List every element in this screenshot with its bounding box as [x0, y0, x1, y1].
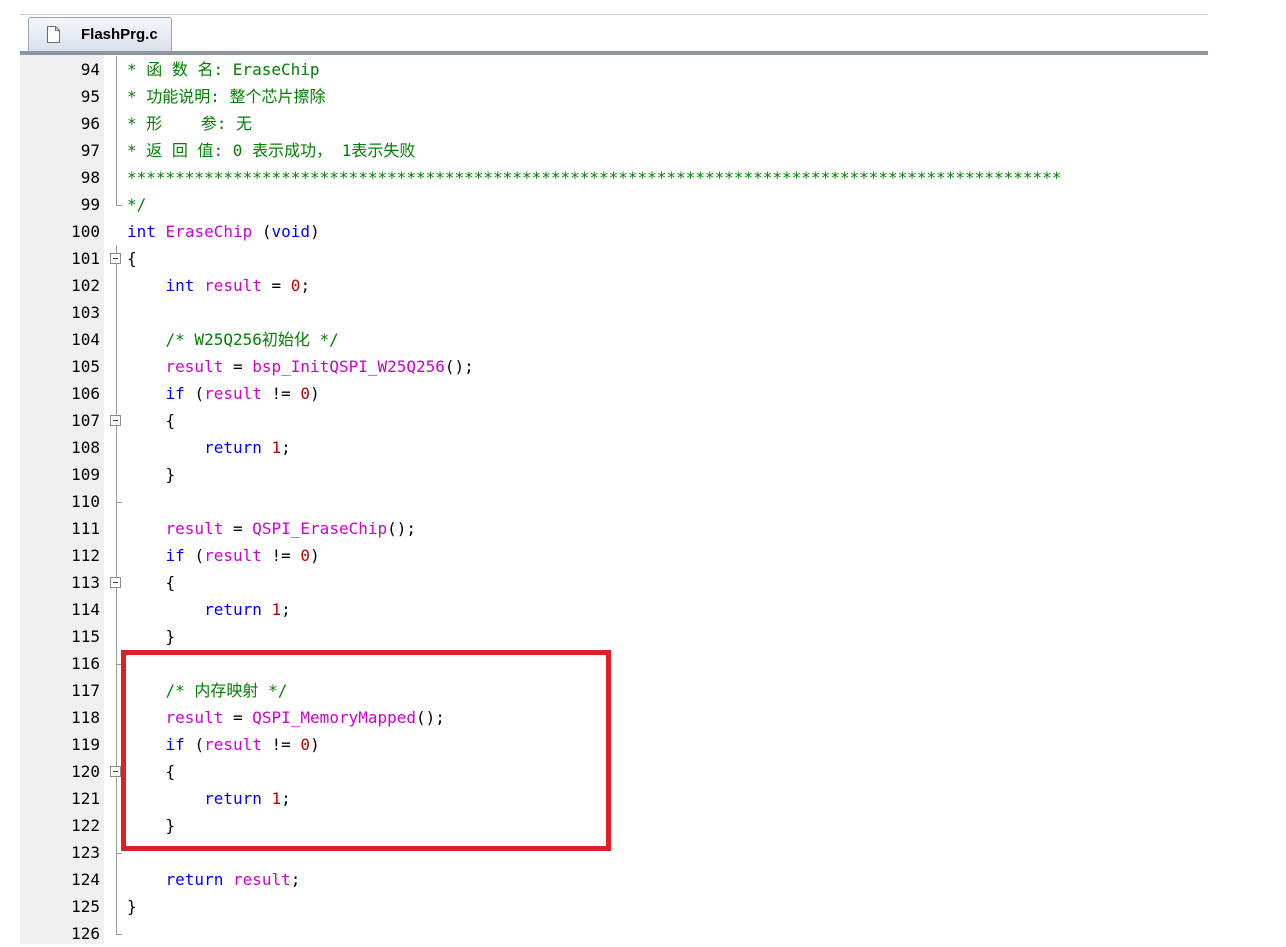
tab-bar — [20, 16, 1208, 52]
code-line[interactable]: * 功能说明: 整个芯片擦除 — [127, 83, 326, 110]
code-line[interactable]: } — [127, 623, 176, 650]
code-line[interactable]: return 1; — [127, 596, 291, 623]
line-number: 119 — [71, 735, 100, 754]
tab-underline — [20, 51, 1208, 55]
line-number: 116 — [71, 654, 100, 673]
line-number: 105 — [71, 357, 100, 376]
code-line[interactable]: ****************************************… — [127, 164, 1061, 191]
code-line[interactable]: result = bsp_InitQSPI_W25Q256(); — [127, 353, 474, 380]
code-line[interactable]: int result = 0; — [127, 272, 311, 299]
line-number: 122 — [71, 816, 100, 835]
fold-end-tick — [116, 502, 122, 503]
tab-label: FlashPrg.c — [81, 26, 158, 43]
line-number: 111 — [71, 519, 100, 538]
line-number: 120 — [71, 762, 100, 781]
line-number: 125 — [71, 897, 100, 916]
line-number: 114 — [71, 600, 100, 619]
code-line[interactable]: } — [127, 893, 137, 920]
line-number: 101 — [71, 249, 100, 268]
line-number: 108 — [71, 438, 100, 457]
line-number: 117 — [71, 681, 100, 700]
line-number: 106 — [71, 384, 100, 403]
line-number: 109 — [71, 465, 100, 484]
line-number: 107 — [71, 411, 100, 430]
code-line[interactable]: { — [127, 407, 176, 434]
line-number: 98 — [80, 168, 100, 187]
code-line[interactable]: */ — [127, 191, 146, 218]
code-line[interactable]: * 函 数 名: EraseChip — [127, 56, 320, 83]
line-number: 113 — [71, 573, 100, 592]
line-number: 118 — [71, 708, 100, 727]
file-icon — [47, 26, 60, 43]
fold-guide — [116, 245, 117, 934]
collapse-icon[interactable] — [110, 577, 121, 588]
line-number: 110 — [71, 492, 100, 511]
code-line[interactable]: /* W25Q256初始化 */ — [127, 326, 339, 353]
collapse-icon[interactable] — [110, 415, 121, 426]
line-number: 123 — [71, 843, 100, 862]
code-line[interactable]: * 形 参: 无 — [127, 110, 252, 137]
code-line[interactable]: return 1; — [127, 434, 291, 461]
collapse-icon[interactable] — [110, 766, 121, 777]
code-line[interactable]: if (result != 0) — [127, 542, 320, 569]
collapse-icon[interactable] — [110, 253, 121, 264]
line-number: 104 — [71, 330, 100, 349]
line-number: 100 — [71, 222, 100, 241]
code-line[interactable]: int EraseChip (void) — [127, 218, 320, 245]
top-divider — [20, 14, 1208, 15]
line-number: 96 — [80, 114, 100, 133]
code-line[interactable]: { — [127, 245, 137, 272]
line-number: 99 — [80, 195, 100, 214]
fold-guide — [116, 56, 117, 205]
fold-end-tick — [116, 853, 122, 854]
code-line[interactable]: } — [127, 461, 176, 488]
fold-end-tick — [116, 205, 122, 206]
line-number: 102 — [71, 276, 100, 295]
line-number: 94 — [80, 60, 100, 79]
fold-end-tick — [116, 934, 122, 935]
line-number: 121 — [71, 789, 100, 808]
line-number: 126 — [71, 924, 100, 943]
line-number: 103 — [71, 303, 100, 322]
code-line[interactable]: if (result != 0) — [127, 380, 320, 407]
code-line[interactable]: return result; — [127, 866, 301, 893]
code-line[interactable]: * 返 回 值: 0 表示成功， 1表示失败 — [127, 137, 415, 164]
line-number: 97 — [80, 141, 100, 160]
line-number: 112 — [71, 546, 100, 565]
line-number: 124 — [71, 870, 100, 889]
code-line[interactable]: result = QSPI_EraseChip(); — [127, 515, 416, 542]
line-number: 95 — [80, 87, 100, 106]
line-number: 115 — [71, 627, 100, 646]
highlight-box — [121, 650, 611, 851]
tab-flashprg[interactable]: FlashPrg.c — [28, 17, 172, 52]
code-line[interactable]: { — [127, 569, 176, 596]
